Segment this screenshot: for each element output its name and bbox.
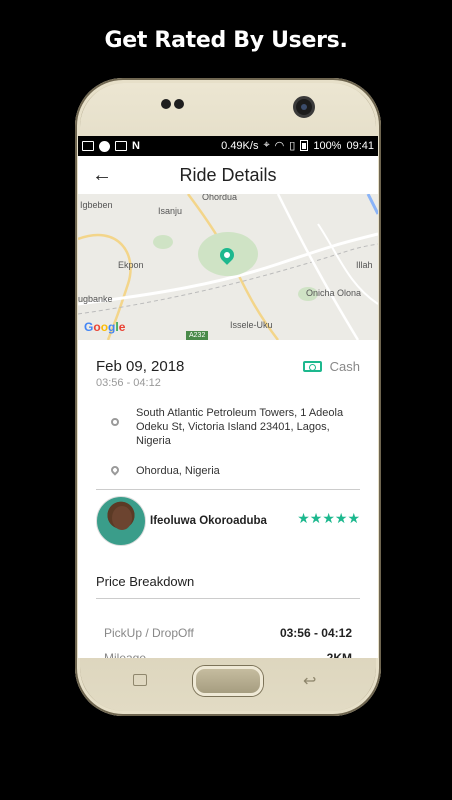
- vibrate-icon: ▯: [289, 140, 296, 152]
- map-label-ekpon: Ekpon: [118, 260, 144, 270]
- home-button[interactable]: [193, 666, 263, 696]
- ride-summary: Feb 09, 2018 03:56 - 04:12 Cash South At…: [78, 340, 378, 490]
- pickup-stop: South Atlantic Petroleum Towers, 1 Adeol…: [108, 406, 353, 448]
- origin-dot-icon: [111, 418, 119, 426]
- map-label-igbeben: Igbeben: [80, 200, 113, 210]
- price-divider: [96, 598, 360, 599]
- recent-apps-icon[interactable]: [133, 674, 147, 686]
- price-label: PickUp / DropOff: [104, 626, 194, 640]
- map-label-onicha-olona: Onicha Olona: [306, 288, 362, 298]
- n-icon: N: [132, 140, 140, 152]
- google-logo: Google: [84, 320, 126, 334]
- payment-method: Cash: [302, 359, 360, 374]
- map-label-isanju: Isanju: [158, 206, 183, 216]
- page-title: Ride Details: [179, 164, 277, 185]
- route-details: South Atlantic Petroleum Towers, 1 Adeol…: [108, 406, 353, 478]
- wifi-icon: ◠: [274, 140, 285, 152]
- front-camera-icon: [293, 96, 315, 118]
- price-breakdown-title: Price Breakdown: [96, 574, 195, 589]
- driver-name: Ifeoluwa Okoroaduba: [150, 515, 267, 527]
- destination-pin-icon: [109, 464, 121, 476]
- dropoff-address: Ohordua, Nigeria: [136, 465, 220, 477]
- sensor-dots: [161, 96, 187, 114]
- promo-headline: Get Rated By Users.: [104, 28, 348, 53]
- ride-date: Feb 09, 2018: [96, 358, 185, 375]
- map-label-ohordua: Ohordua: [202, 194, 238, 202]
- payment-label: Cash: [329, 359, 360, 374]
- price-row-mileage: Mileage 2KM: [104, 651, 352, 658]
- cash-icon: [302, 361, 322, 372]
- clock: 09:41: [346, 139, 374, 152]
- avatar: [96, 496, 146, 546]
- dropoff-stop: Ohordua, Nigeria: [108, 464, 353, 478]
- road-badge: A232: [186, 331, 209, 340]
- map-label-illah: Illah: [356, 260, 373, 270]
- map-label-issele-uku: Issele-Uku: [230, 320, 273, 330]
- back-nav-icon[interactable]: ↩: [303, 671, 316, 691]
- price-row-pickup-dropoff: PickUp / DropOff 03:56 - 04:12: [104, 626, 352, 640]
- notification-dot-icon: [99, 140, 110, 152]
- status-bar: N 0.49K/s ⌖ ◠ ▯ 100% 09:41: [78, 136, 378, 156]
- battery-icon: [300, 140, 309, 151]
- battery-percent: 100%: [313, 139, 342, 152]
- ride-time-range: 03:56 - 04:12: [96, 377, 161, 389]
- price-value: 03:56 - 04:12: [279, 626, 352, 640]
- pickup-address: South Atlantic Petroleum Towers, 1 Adeol…: [136, 407, 344, 447]
- image-icon: [115, 141, 127, 151]
- price-value: 2KM: [326, 651, 352, 658]
- route-map[interactable]: Igbeben Isanju Ohordua Ekpon Illah ugban…: [78, 194, 378, 340]
- mail-icon: [82, 141, 94, 151]
- driver-card[interactable]: Ifeoluwa Okoroaduba ★★★★★: [78, 490, 378, 550]
- star-rating: ★★★★★: [297, 510, 360, 526]
- network-speed: 0.49K/s: [221, 139, 259, 152]
- price-label: Mileage: [104, 651, 147, 658]
- app-bar: ← Ride Details: [78, 156, 378, 194]
- location-icon: ⌖: [263, 139, 270, 151]
- map-label-ugbanke: ugbanke: [78, 294, 113, 304]
